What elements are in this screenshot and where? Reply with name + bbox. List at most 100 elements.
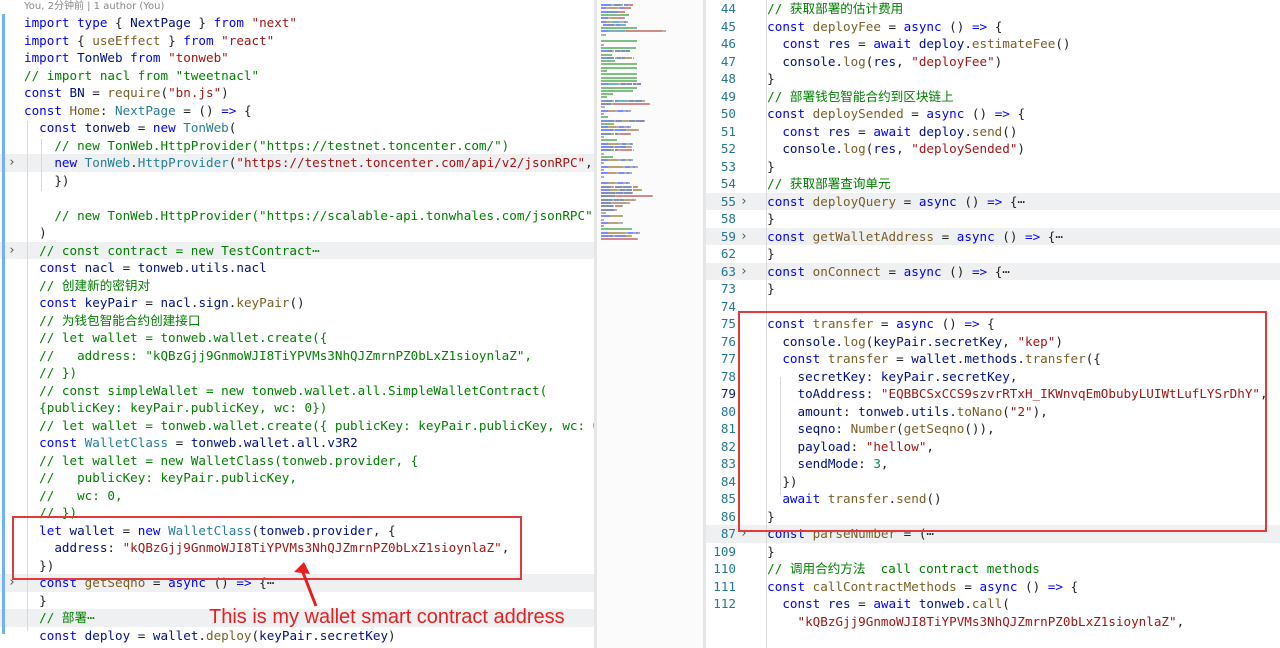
minimap-stroke <box>601 185 611 188</box>
line-number: 59 <box>720 228 736 244</box>
code-line[interactable]: 58 } <box>706 210 1280 228</box>
code-token: useEffect <box>92 32 161 48</box>
minimap-stroke <box>601 225 604 228</box>
code-token: callContractMethods <box>812 578 957 594</box>
code-token: { <box>69 32 93 48</box>
code-line[interactable]: // wc: 0, <box>0 487 594 505</box>
code-line[interactable]: // 创建新的密钥对 <box>0 277 594 295</box>
code-line[interactable]: "kQBzGjj9GnmoWJI8TiYPVMs3NhQJZmrnPZ0bLxZ… <box>706 613 1280 631</box>
code-line[interactable]: import { useEffect } from "react" <box>0 32 594 50</box>
minimap-stroke <box>619 149 633 152</box>
code-line[interactable]: 59 › const getWalletAddress = async () =>… <box>706 227 1280 246</box>
code-line[interactable]: 54 // 获取部署查询单元 <box>706 175 1280 193</box>
code-token: ( <box>1002 596 1010 611</box>
minimap[interactable] <box>597 0 703 648</box>
code-token: // const simpleWallet = new tonweb.walle… <box>24 382 548 398</box>
minimap-stroke <box>628 172 632 175</box>
code-content: } <box>752 280 775 298</box>
code-line[interactable]: {publicKey: keyPair.publicKey, wc: 0}) <box>0 399 594 417</box>
code-line[interactable]: 46 const res = await deploy.estimateFee(… <box>706 35 1280 53</box>
code-line[interactable]: // import nacl from "tweetnacl" <box>0 67 594 85</box>
code-line[interactable]: 111 const callContractMethods = async ()… <box>706 578 1280 596</box>
minimap-stroke <box>601 238 637 241</box>
minimap-stroke <box>637 129 639 132</box>
code-line[interactable]: // 为钱包智能合约创建接口 <box>0 312 594 330</box>
code-token: from <box>213 15 252 30</box>
code-token: // wc: 0, <box>24 487 123 503</box>
code-line[interactable]: const tonweb = new TonWeb( <box>0 119 594 137</box>
minimap-stroke <box>601 149 611 152</box>
code-line[interactable]: 55 › const deployQuery = async () => {⋯ <box>706 192 1280 211</box>
code-line[interactable]: import type { NextPage } from "next" <box>0 14 594 32</box>
minimap-stroke <box>637 83 641 86</box>
line-number: 76 <box>720 333 736 349</box>
code-token: . <box>312 627 320 643</box>
code-line[interactable]: 53 } <box>706 158 1280 176</box>
code-line[interactable] <box>0 189 594 207</box>
minimap-stroke <box>608 109 616 112</box>
fold-chevron-icon[interactable]: › <box>736 193 752 211</box>
minimap-stroke <box>601 198 612 201</box>
code-token: const <box>752 36 828 51</box>
minimap-stroke <box>601 103 611 105</box>
code-token: () <box>1002 123 1018 139</box>
code-line[interactable]: // new TonWeb.HttpProvider("https://scal… <box>0 207 594 225</box>
minimap-stroke <box>601 56 609 59</box>
code-line[interactable]: const nacl = tonweb.utils.nacl <box>0 259 594 277</box>
code-line[interactable]: const deploy = wallet.deploy(keyPair.sec… <box>0 627 594 645</box>
code-line[interactable]: const WalletClass = tonweb.wallet.all.v3… <box>0 434 594 452</box>
code-line[interactable]: 110 // 调用合约方法 call contract methods <box>706 560 1280 578</box>
code-line[interactable]: 44 // 获取部署的估计费用 <box>706 0 1280 18</box>
line-number: 87 <box>720 526 736 541</box>
code-token: () <box>289 295 305 310</box>
code-line[interactable]: 49 // 部署钱包智能合约到区块链上 <box>706 88 1280 106</box>
code-line[interactable]: 50 const deploySended = async () => { <box>706 105 1280 123</box>
code-line[interactable]: // let wallet = tonweb.wallet.create({ <box>0 329 594 347</box>
code-token: , <box>1176 613 1185 629</box>
minimap-stroke <box>601 89 634 92</box>
fold-chevron-icon[interactable]: › <box>736 228 752 246</box>
fold-chevron-icon[interactable]: › <box>4 154 20 172</box>
code-token: NextPage <box>115 102 176 118</box>
minimap-stroke <box>601 73 637 76</box>
code-line[interactable]: import TonWeb from "tonweb" <box>0 49 594 67</box>
line-number: 111 <box>713 578 736 594</box>
code-line[interactable]: // new TonWeb.HttpProvider("https://test… <box>0 137 594 155</box>
git-blame-codelens[interactable]: You, 2分钟前 | 1 author (You) <box>24 0 164 14</box>
minimap-stroke <box>601 208 614 211</box>
code-token: WalletClass <box>84 435 169 450</box>
code-token: = <box>115 260 138 275</box>
code-line[interactable]: // let wallet = new WalletClass(tonweb.p… <box>0 452 594 470</box>
code-line[interactable]: const keyPair = nacl.sign.keyPair() <box>0 294 594 312</box>
code-line[interactable]: 47 console.log(res, "deployFee") <box>706 53 1280 71</box>
code-line[interactable]: // address: "kQBzGjj9GnmoWJI8TiYPVMs3NhQ… <box>0 347 594 365</box>
code-line[interactable]: const Home: NextPage = () => { <box>0 102 594 120</box>
code-line[interactable]: ) <box>0 224 594 242</box>
code-token: "kQBzGjj9GnmoWJI8TiYPVMs3NhQJZmrnPZ0bLxZ… <box>752 613 1177 629</box>
code-line[interactable]: 48 } <box>706 70 1280 88</box>
code-line[interactable]: 51 const res = await deploy.send() <box>706 123 1280 141</box>
code-line[interactable]: // publicKey: keyPair.publicKey, <box>0 469 594 487</box>
code-line[interactable]: 62 } <box>706 245 1280 263</box>
code-line[interactable]: 73 } <box>706 280 1280 298</box>
code-line[interactable]: // const simpleWallet = new tonweb.walle… <box>0 382 594 400</box>
code-line[interactable]: // }) <box>0 364 594 382</box>
code-token: BN <box>69 85 85 100</box>
code-line[interactable]: 63 › const onConnect = async () => {⋯ <box>706 262 1280 281</box>
code-line[interactable]: // let wallet = tonweb.wallet.create({ p… <box>0 417 594 435</box>
fold-chevron-icon[interactable]: › <box>4 242 20 260</box>
minimap-stroke <box>601 136 604 138</box>
minimap-stroke <box>652 195 654 198</box>
code-line[interactable]: 52 console.log(res, "deploySended") <box>706 140 1280 158</box>
code-line[interactable]: 109 } <box>706 543 1280 561</box>
code-line[interactable]: const BN = require("bn.js") <box>0 84 594 102</box>
code-content: } <box>752 158 775 176</box>
code-line[interactable]: 112 const res = await tonweb.call( <box>706 595 1280 613</box>
fold-chevron-icon[interactable]: › <box>736 263 752 281</box>
minimap-stroke <box>635 99 643 102</box>
code-line[interactable]: }) <box>0 172 594 190</box>
code-line[interactable]: › // const contract = new TestContract⋯ <box>0 241 594 260</box>
code-token: const <box>752 123 828 139</box>
code-line[interactable]: › new TonWeb.HttpProvider("https://testn… <box>0 154 594 172</box>
code-line[interactable]: 45 const deployFee = async () => { <box>706 18 1280 36</box>
